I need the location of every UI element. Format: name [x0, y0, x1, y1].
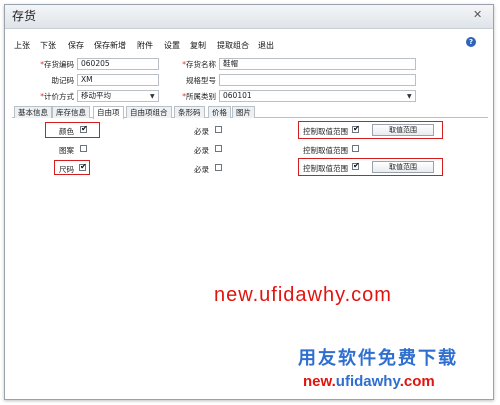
pricing-value: 移动平均: [81, 91, 111, 100]
free-item-label: 图案: [59, 146, 74, 155]
mnemonic-field[interactable]: XM: [77, 74, 159, 86]
free-item-label: 尺码: [59, 165, 74, 174]
code-label: *存货编码: [40, 60, 74, 69]
toolbar-next-button[interactable]: 下张: [40, 40, 56, 51]
spec-field[interactable]: [219, 74, 416, 86]
name-field[interactable]: 鞋帽: [219, 58, 416, 70]
watermark-text: 用友软件免费下载: [298, 348, 458, 369]
value-range-button[interactable]: 取值范围: [372, 161, 434, 173]
tab-free-item-combo[interactable]: 自由项组合: [126, 106, 172, 118]
tab-free-items[interactable]: 自由项: [93, 106, 124, 119]
toolbar-prev-button[interactable]: 上张: [14, 40, 30, 51]
range-control-checkbox[interactable]: [352, 145, 359, 152]
required-checkbox[interactable]: [215, 126, 222, 133]
title-bar: [5, 5, 493, 29]
window-title: 存货: [12, 9, 37, 23]
free-item-checkbox[interactable]: [79, 162, 87, 171]
pricing-label: *计价方式: [40, 92, 74, 101]
watermark-url: new.ufidawhy.com: [214, 284, 392, 306]
mnemonic-label: 助记码: [51, 76, 75, 85]
name-label: *存货名称: [182, 60, 216, 69]
free-item-checkbox[interactable]: [80, 145, 87, 152]
required-label: 必录: [194, 127, 209, 136]
tab-barcode[interactable]: 条形码: [174, 106, 205, 118]
value-range-button[interactable]: 取值范围: [372, 124, 434, 136]
help-icon[interactable]: ?: [466, 37, 476, 47]
category-value: 060101: [223, 91, 252, 100]
toolbar-settings-button[interactable]: 设置: [164, 40, 180, 51]
free-item-checkbox[interactable]: [80, 124, 88, 133]
spec-label: 规格型号: [186, 76, 216, 85]
required-label: 必录: [194, 146, 209, 155]
free-item-label: 颜色: [59, 127, 74, 136]
toolbar-copy-button[interactable]: 复制: [190, 40, 206, 51]
tab-basic-info[interactable]: 基本信息: [14, 106, 52, 118]
tab-price[interactable]: 价格: [208, 106, 231, 118]
range-control-label: 控制取值范围: [303, 164, 348, 173]
range-control-label: 控制取值范围: [303, 146, 348, 155]
toolbar-save-button[interactable]: 保存: [68, 40, 84, 51]
tab-inventory-info[interactable]: 库存信息: [52, 106, 90, 118]
required-checkbox[interactable]: [215, 145, 222, 152]
required-label: 必录: [194, 165, 209, 174]
required-checkbox[interactable]: [215, 164, 222, 171]
pricing-select[interactable]: 移动平均: [77, 90, 159, 102]
toolbar-exit-button[interactable]: 退出: [258, 40, 274, 51]
code-field[interactable]: 060205: [77, 58, 159, 70]
tab-image[interactable]: 图片: [232, 106, 255, 118]
toolbar-extract-combo-button[interactable]: 提取组合: [217, 40, 249, 51]
toolbar-save-new-button[interactable]: 保存新增: [94, 40, 126, 51]
range-control-checkbox[interactable]: [352, 161, 360, 170]
category-label: *所属类别: [182, 92, 216, 101]
watermark-url-colored: new.ufidawhy.com: [303, 373, 435, 390]
chevron-down-icon[interactable]: ▼: [150, 93, 155, 100]
close-icon[interactable]: ✕: [473, 8, 482, 21]
category-select[interactable]: 060101: [219, 90, 416, 102]
range-control-label: 控制取值范围: [303, 127, 348, 136]
toolbar-attachment-button[interactable]: 附件: [137, 40, 153, 51]
range-control-checkbox[interactable]: [352, 124, 360, 133]
chevron-down-icon[interactable]: ▼: [407, 93, 412, 100]
